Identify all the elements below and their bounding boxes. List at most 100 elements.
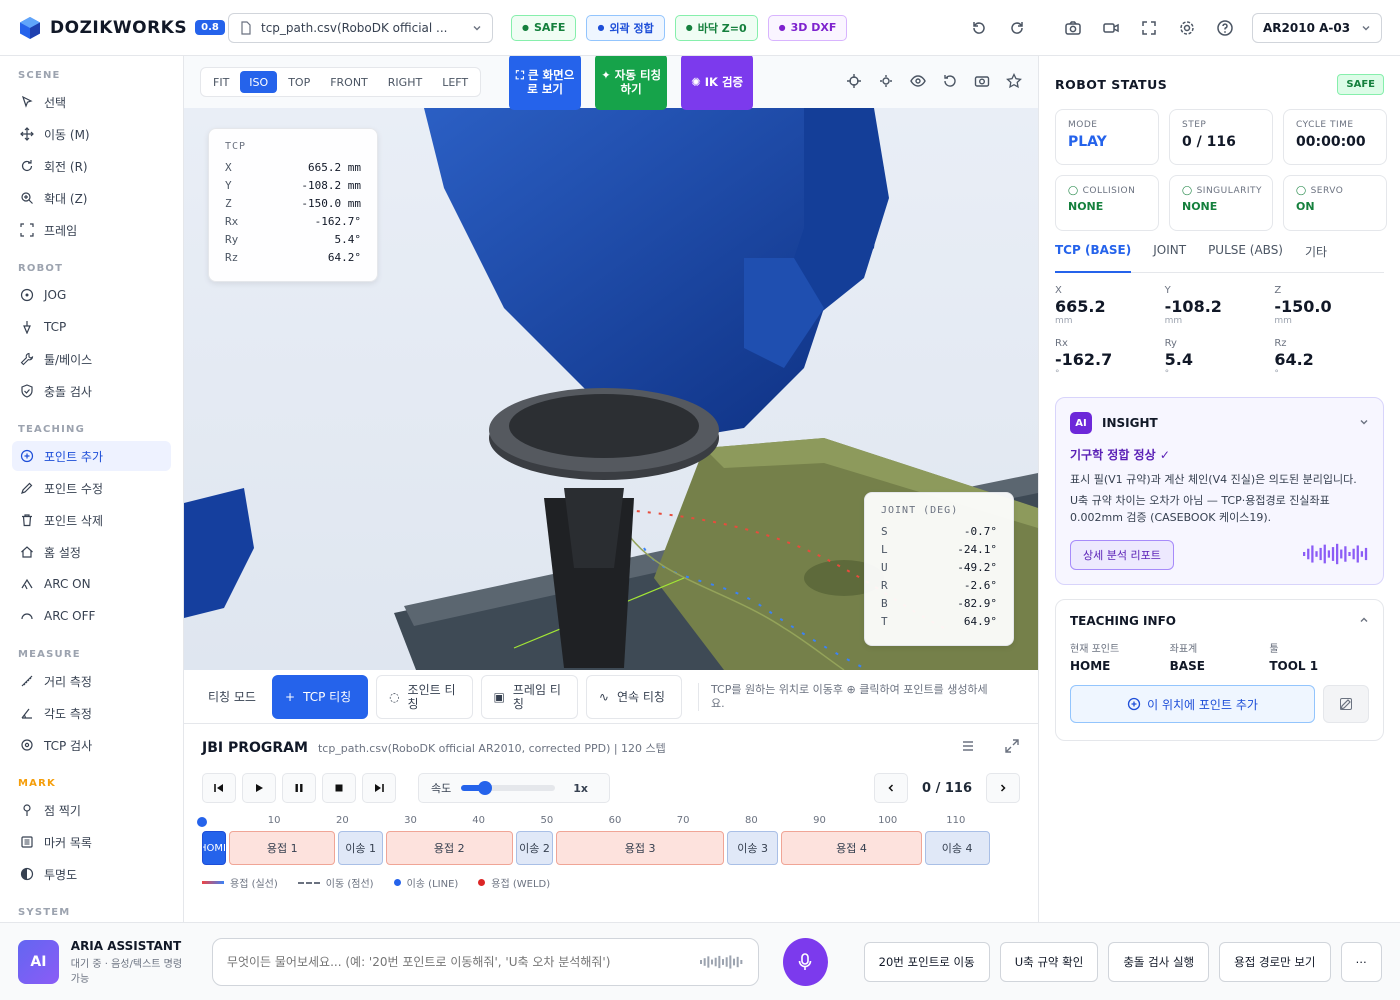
sidebar-item-0-0[interactable]: 선택 <box>12 87 171 117</box>
teach-mode-3-button[interactable]: ∿ 연속 티칭 <box>585 674 682 719</box>
sidebar-item-3-2[interactable]: TCP 검사 <box>12 730 171 760</box>
add-point-here-button[interactable]: 이 위치에 포인트 추가 <box>1070 685 1315 723</box>
fullscreen-view-button[interactable]: ⛶ 큰 화면으로 보기 <box>509 56 582 110</box>
ik-verify-button[interactable]: ✺ IK 검증 <box>681 56 754 110</box>
view-top-button[interactable]: TOP <box>279 71 319 93</box>
analysis-report-button[interactable]: 상세 분석 리포트 <box>1070 540 1174 570</box>
eye-icon[interactable] <box>910 73 926 92</box>
axis-value: 64.2° <box>327 250 361 264</box>
teach-mode-2-button[interactable]: ▣ 프레임 티칭 <box>480 674 578 719</box>
next-step-button[interactable] <box>986 773 1020 803</box>
chip-1[interactable]: ● SAFE <box>511 14 577 41</box>
sidebar-item-3-1[interactable]: 각도 측정 <box>12 698 171 728</box>
sidebar-item-4-1[interactable]: 마커 목록 <box>12 827 171 857</box>
sidebar-item-4-2[interactable]: 투명도 <box>12 859 171 889</box>
playhead[interactable] <box>197 817 207 827</box>
segment-weld[interactable]: 용접 4 <box>781 831 922 865</box>
quick-command-button[interactable]: 20번 포인트로 이동 <box>863 941 990 982</box>
sidebar-item-1-0[interactable]: JOG <box>12 280 171 310</box>
segment-weld[interactable]: 용접 1 <box>229 831 336 865</box>
view-fit-button[interactable]: FIT <box>204 71 238 93</box>
locate-icon[interactable] <box>878 73 894 92</box>
sidebar-item-2-3[interactable]: 홈 설정 <box>12 537 171 567</box>
sidebar-item-2-4[interactable]: ARC ON <box>12 569 171 599</box>
teach-mode-1-button[interactable]: ◌ 조인트 티칭 <box>376 674 473 719</box>
sidebar-item-1-1[interactable]: TCP <box>12 312 171 342</box>
sidebar-item-0-2[interactable]: 회전 (R) <box>12 151 171 181</box>
3d-viewport[interactable]: FIT ISO TOP FRONT RIGHT LEFT ⛶ 큰 화면으로 보기 ✦ 자동 … <box>184 56 1038 670</box>
play-button[interactable] <box>242 773 276 803</box>
axis-label: S <box>881 524 888 538</box>
segment-weld[interactable]: 용접 2 <box>386 831 513 865</box>
quick-command-button[interactable]: U축 규약 확인 <box>999 941 1099 982</box>
skip-end-button[interactable] <box>362 773 396 803</box>
segment-move[interactable]: 이송 2 <box>515 831 554 865</box>
undo-icon[interactable] <box>968 17 990 39</box>
crosshair-icon[interactable] <box>846 73 862 92</box>
gear-icon[interactable] <box>1176 17 1198 39</box>
segment-move[interactable]: 이송 4 <box>924 831 990 865</box>
segment-move[interactable]: 이송 3 <box>726 831 779 865</box>
pause-button[interactable] <box>282 773 316 803</box>
sidebar-item-0-4[interactable]: 프레임 <box>12 215 171 245</box>
teaching-field: 좌표계 BASE <box>1170 640 1270 673</box>
program-timeline[interactable]: HOME용접 1이송 1용접 2이송 2용접 3이송 3용접 4이송 4 <box>202 831 1020 865</box>
fullscreen-icon[interactable] <box>1138 17 1160 39</box>
segment-weld[interactable]: 용접 3 <box>556 831 724 865</box>
sidebar-item-2-2[interactable]: 포인트 삭제 <box>12 505 171 535</box>
redo-icon[interactable] <box>1006 17 1028 39</box>
quick-command-button[interactable]: 용접 경로만 보기 <box>1219 941 1331 982</box>
file-select[interactable]: tcp_path.csv(RoboDK official ... <box>228 12 493 43</box>
more-button[interactable]: ⋯ <box>1340 941 1382 982</box>
reset-view-icon[interactable] <box>942 73 958 92</box>
auto-teach-button[interactable]: ✦ 자동 티칭하기 <box>595 56 668 110</box>
tab-2[interactable]: PULSE (ABS) <box>1208 243 1283 273</box>
mic-button[interactable] <box>783 937 828 986</box>
sidebar-item-2-0[interactable]: 포인트 추가 <box>12 441 171 471</box>
sidebar-item-4-0[interactable]: 점 찍기 <box>12 795 171 825</box>
tab-1[interactable]: JOINT <box>1153 243 1186 273</box>
edit-point-button[interactable] <box>1323 685 1369 723</box>
status-chips: ● SAFE ● 외곽 정합 ● 바닥 Z=0 ● 3D DXF <box>511 14 848 41</box>
tab-0[interactable]: TCP (BASE) <box>1055 243 1132 273</box>
skip-start-button[interactable] <box>202 773 236 803</box>
insight-text-1: 표시 필(V1 규약)과 계산 체인(V4 진실)은 의도된 분리입니다. <box>1070 473 1357 486</box>
segment-home[interactable]: HOME <box>202 831 227 865</box>
prev-step-button[interactable] <box>874 773 909 803</box>
arc-off-icon <box>21 613 33 620</box>
view-iso-button[interactable]: ISO <box>240 71 278 93</box>
speed-slider[interactable] <box>461 781 556 795</box>
star-icon[interactable] <box>1006 72 1022 92</box>
robot-select[interactable]: AR2010 A-03 <box>1252 12 1382 43</box>
chip-label: 바닥 Z=0 <box>697 21 747 35</box>
sidebar-item-1-2[interactable]: 툴/베이스 <box>12 344 171 374</box>
teach-mode-0-button[interactable]: + TCP 티칭 <box>272 674 369 719</box>
view-left-button[interactable]: LEFT <box>433 71 477 93</box>
help-icon[interactable] <box>1214 17 1236 39</box>
speed-slider-knob[interactable] <box>477 781 492 795</box>
chevron-up-icon[interactable] <box>1359 614 1369 628</box>
chip-2[interactable]: ● 외곽 정합 <box>586 14 665 41</box>
sidebar-item-2-5[interactable]: ARC OFF <box>12 601 171 631</box>
sidebar-item-0-3[interactable]: 확대 (Z) <box>12 183 171 213</box>
video-icon[interactable] <box>1100 17 1122 39</box>
sidebar-item-1-3[interactable]: 충돌 검사 <box>12 376 171 406</box>
quick-command-button[interactable]: 충돌 검사 실행 <box>1108 941 1210 982</box>
view-front-button[interactable]: FRONT <box>321 71 377 93</box>
tab-3[interactable]: 기타 <box>1305 243 1327 273</box>
chip-3[interactable]: ● 바닥 Z=0 <box>674 14 758 41</box>
expand-icon[interactable] <box>1004 738 1020 757</box>
snapshot-icon[interactable] <box>974 73 990 92</box>
menu-icon[interactable] <box>960 738 976 757</box>
view-right-button[interactable]: RIGHT <box>379 71 431 93</box>
segment-move[interactable]: 이송 1 <box>338 831 384 865</box>
chat-input[interactable] <box>226 954 701 969</box>
sidebar-item-0-1[interactable]: 이동 (M) <box>12 119 171 149</box>
chevron-down-icon[interactable] <box>1359 416 1369 430</box>
camera-icon[interactable] <box>1062 17 1084 39</box>
stop-button[interactable] <box>322 773 356 803</box>
sidebar-item-2-1[interactable]: 포인트 수정 <box>12 473 171 503</box>
jbi-program-panel: JBI PROGRAM tcp_path.csv(RoboDK official… <box>184 724 1038 922</box>
chip-4[interactable]: ● 3D DXF <box>767 14 848 41</box>
sidebar-item-3-0[interactable]: 거리 측정 <box>12 666 171 696</box>
